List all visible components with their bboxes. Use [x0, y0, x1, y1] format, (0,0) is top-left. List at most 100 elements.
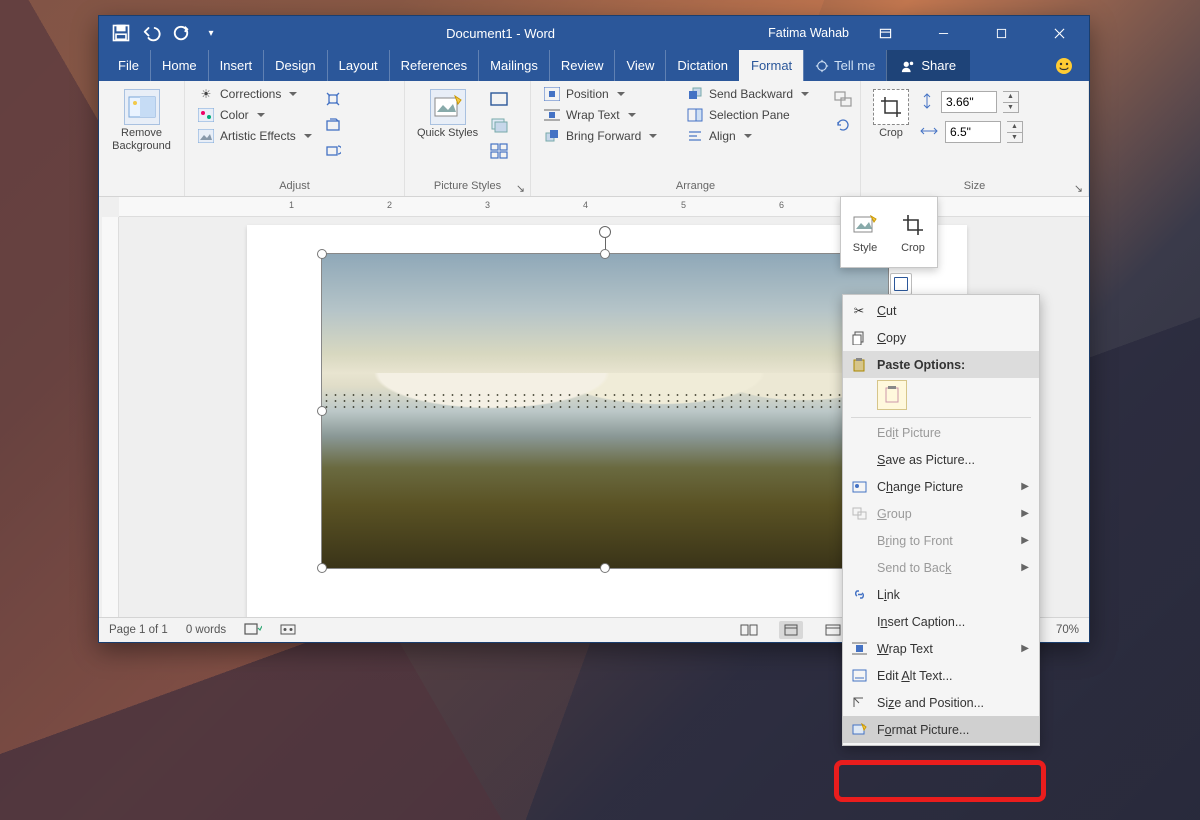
tab-insert[interactable]: Insert — [208, 50, 264, 81]
height-spinner[interactable]: ▲▼ — [1003, 91, 1019, 113]
width-input-row: ▲▼ — [919, 121, 1023, 143]
ctx-format-picture[interactable]: Format Picture... — [843, 716, 1039, 743]
close-button[interactable] — [1037, 16, 1081, 50]
group-objects-icon[interactable] — [832, 89, 854, 109]
reset-picture-icon[interactable] — [322, 141, 344, 161]
picture-effects-icon[interactable] — [488, 115, 510, 135]
change-picture-icon — [849, 478, 869, 496]
ctx-paste-options: Paste Options: — [843, 351, 1039, 378]
maximize-button[interactable] — [979, 16, 1023, 50]
ctx-copy[interactable]: Copy — [843, 324, 1039, 351]
resize-handle-w[interactable] — [317, 406, 327, 416]
inserted-picture[interactable] — [321, 253, 889, 569]
height-input[interactable] — [941, 91, 997, 113]
word-count[interactable]: 0 words — [186, 624, 226, 636]
ctx-cut[interactable]: ✂CCutut — [843, 297, 1039, 324]
width-spinner[interactable]: ▲▼ — [1007, 121, 1023, 143]
rotate-handle[interactable] — [599, 226, 611, 238]
height-icon — [919, 92, 935, 113]
resize-handle-s[interactable] — [600, 563, 610, 573]
tell-me-label: Tell me — [834, 58, 875, 73]
vertical-ruler[interactable] — [102, 217, 119, 617]
align-button[interactable]: Align — [684, 127, 824, 145]
zoom-level[interactable]: 70% — [1056, 624, 1079, 636]
tab-view[interactable]: View — [614, 50, 665, 81]
corrections-button[interactable]: ☀Corrections — [195, 85, 314, 103]
tab-home[interactable]: Home — [150, 50, 208, 81]
user-name[interactable]: Fatima Wahab — [768, 26, 849, 40]
selection-pane-icon — [686, 107, 704, 123]
size-launcher-icon[interactable]: ↘ — [1073, 182, 1084, 193]
resize-handle-nw[interactable] — [317, 249, 327, 259]
ribbon-display-icon[interactable] — [863, 16, 907, 50]
save-icon[interactable] — [111, 23, 131, 43]
color-button[interactable]: Color — [195, 106, 314, 124]
rotate-icon[interactable] — [832, 115, 854, 135]
ctx-edit-picture: Edit Picture — [843, 419, 1039, 446]
picture-layout-icon[interactable] — [488, 141, 510, 161]
tab-references[interactable]: References — [389, 50, 478, 81]
mini-style-button[interactable]: Style — [841, 197, 889, 267]
tab-design[interactable]: Design — [263, 50, 326, 81]
change-picture-icon[interactable] — [322, 115, 344, 135]
wrap-text-button[interactable]: Wrap Text — [541, 106, 676, 124]
mini-crop-button[interactable]: Crop — [889, 197, 937, 267]
resize-handle-n[interactable] — [600, 249, 610, 259]
tab-layout[interactable]: Layout — [327, 50, 389, 81]
picture-border-icon[interactable] — [488, 89, 510, 109]
size-pos-icon — [849, 694, 869, 712]
paste-icon — [849, 356, 869, 374]
horizontal-ruler[interactable]: 1 2 3 4 5 6 — [119, 197, 1089, 217]
width-icon — [919, 124, 939, 141]
undo-icon[interactable] — [141, 23, 161, 43]
quick-styles-button[interactable]: Quick Styles — [415, 85, 480, 144]
spellcheck-icon[interactable] — [244, 622, 262, 639]
web-layout-icon[interactable] — [821, 621, 845, 639]
bring-forward-button[interactable]: Bring Forward — [541, 127, 676, 145]
artistic-effects-button[interactable]: Artistic Effects — [195, 127, 314, 145]
copy-icon — [849, 329, 869, 347]
resize-handle-sw[interactable] — [317, 563, 327, 573]
tab-review[interactable]: Review — [549, 50, 615, 81]
tab-format[interactable]: Format — [739, 50, 803, 81]
adjust-group-label: Adjust — [279, 180, 310, 192]
picture-styles-launcher-icon[interactable]: ↘ — [515, 182, 526, 193]
group-icon — [849, 505, 869, 523]
position-button[interactable]: Position — [541, 85, 676, 103]
print-layout-icon[interactable] — [779, 621, 803, 639]
remove-background-button[interactable]: Remove Background — [109, 85, 174, 157]
minimize-button[interactable] — [921, 16, 965, 50]
paste-option-keep-source[interactable] — [877, 380, 907, 410]
ctx-change-picture[interactable]: Change Picture▶ — [843, 473, 1039, 500]
ctx-group: Group▶ — [843, 500, 1039, 527]
ctx-wrap-text[interactable]: Wrap Text▶ — [843, 635, 1039, 662]
tab-dictation[interactable]: Dictation — [665, 50, 739, 81]
artistic-icon — [197, 128, 215, 144]
feedback-smiley-icon[interactable] — [1039, 50, 1089, 81]
tab-file[interactable]: File — [107, 50, 150, 81]
qat-customize-icon[interactable]: ▾ — [201, 23, 221, 43]
width-input[interactable] — [945, 121, 1001, 143]
sun-icon: ☀ — [197, 86, 215, 102]
selection-pane-button[interactable]: Selection Pane — [684, 106, 824, 124]
macro-icon[interactable] — [280, 622, 296, 639]
layout-options-flyout-icon[interactable] — [890, 273, 912, 295]
ctx-send-to-back: Send to Back▶ — [843, 554, 1039, 581]
redo-icon[interactable] — [171, 23, 191, 43]
tell-me[interactable]: Tell me — [803, 50, 886, 81]
ctx-insert-caption[interactable]: Insert Caption... — [843, 608, 1039, 635]
ctx-size-and-position[interactable]: Size and Position... — [843, 689, 1039, 716]
crop-icon — [873, 89, 909, 125]
tab-mailings[interactable]: Mailings — [478, 50, 549, 81]
compress-pictures-icon[interactable] — [322, 89, 344, 109]
ctx-edit-alt-text[interactable]: Edit Alt Text... — [843, 662, 1039, 689]
read-mode-icon[interactable] — [737, 621, 761, 639]
send-backward-button[interactable]: Send Backward — [684, 85, 824, 103]
page-indicator[interactable]: Page 1 of 1 — [109, 624, 168, 636]
crop-button[interactable]: Crop — [871, 85, 911, 144]
share-button[interactable]: Share — [886, 50, 970, 81]
ctx-save-as-picture[interactable]: Save as Picture... — [843, 446, 1039, 473]
ctx-link[interactable]: Link — [843, 581, 1039, 608]
link-icon — [849, 586, 869, 604]
color-icon — [197, 107, 215, 123]
